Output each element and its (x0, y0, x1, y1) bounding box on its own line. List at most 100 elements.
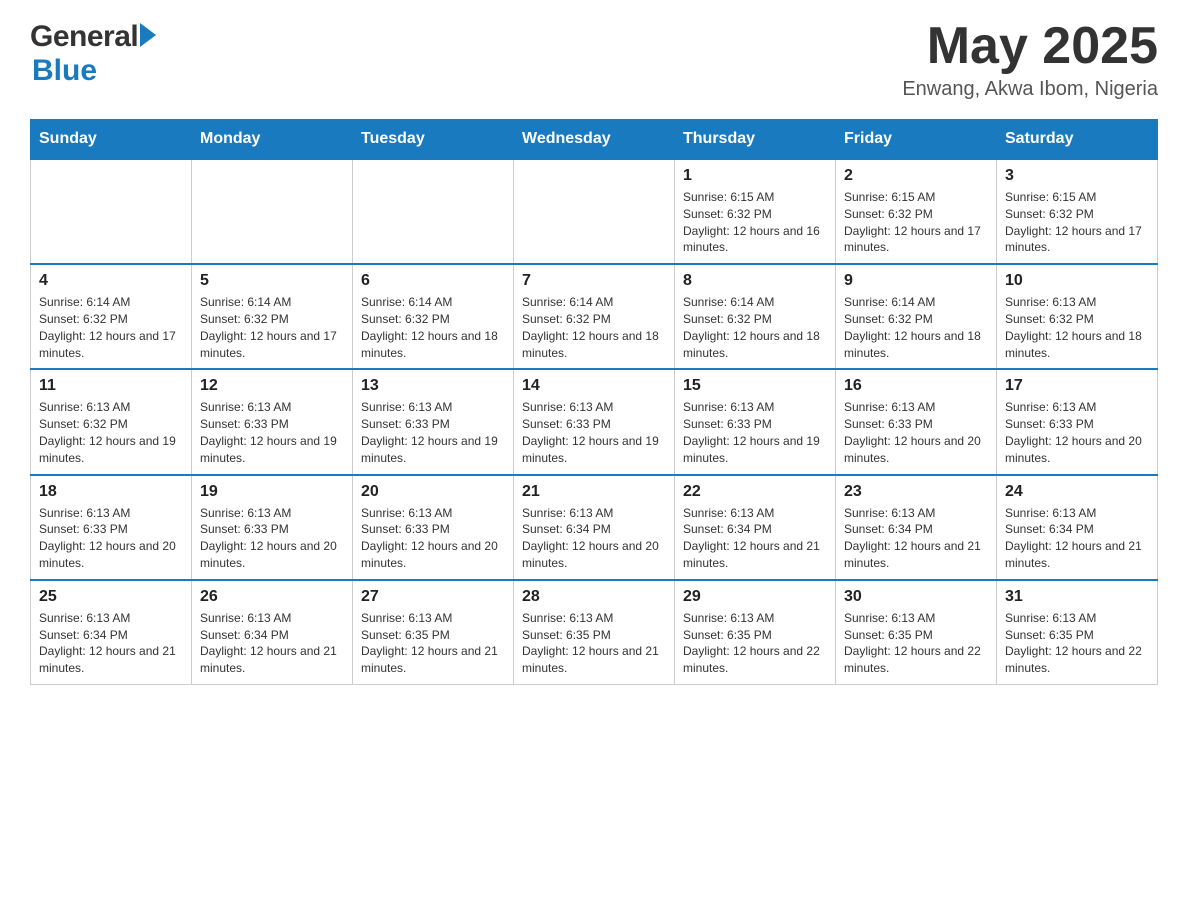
calendar-cell: 30 Sunrise: 6:13 AMSunset: 6:35 PMDayligh… (836, 580, 997, 685)
day-header-sunday: Sunday (31, 120, 192, 160)
calendar-cell: 13 Sunrise: 6:13 AMSunset: 6:33 PMDayligh… (353, 369, 514, 474)
day-number: 10 (1005, 272, 1149, 290)
week-row-5: 25 Sunrise: 6:13 AMSunset: 6:34 PMDayligh… (31, 580, 1158, 685)
calendar-cell: 5Sunrise: 6:14 AMSunset: 6:32 PMDaylight… (192, 264, 353, 369)
logo-arrow-icon (140, 23, 156, 47)
week-row-2: 4 Sunrise: 6:14 AMSunset: 6:32 PMDaylight… (31, 264, 1158, 369)
day-number: 13 (361, 377, 505, 395)
day-info: Sunrise: 6:13 AMSunset: 6:33 PMDaylight:… (844, 399, 988, 466)
day-info: Sunrise: 6:13 AMSunset: 6:35 PMDaylight:… (522, 610, 666, 677)
day-info: Sunrise: 6:13 AMSunset: 6:32 PMDaylight:… (1005, 294, 1149, 361)
logo: General Blue (30, 20, 156, 88)
day-info: Sunrise: 6:13 AMSunset: 6:34 PMDaylight:… (683, 505, 827, 572)
day-number: 4 (39, 272, 183, 290)
week-row-1: 1 Sunrise: 6:15 AMSunset: 6:32 PMDaylight… (31, 159, 1158, 264)
day-number: 18 (39, 483, 183, 501)
day-number: 9 (844, 272, 988, 290)
day-number: 8 (683, 272, 827, 290)
day-number: 19 (200, 483, 344, 501)
day-number: 7 (522, 272, 666, 290)
calendar-cell (31, 159, 192, 264)
day-info: Sunrise: 6:14 AMSunset: 6:32 PMDaylight:… (844, 294, 988, 361)
day-number: 1 (683, 167, 827, 185)
calendar-cell: 2 Sunrise: 6:15 AMSunset: 6:32 PMDaylight… (836, 159, 997, 264)
day-info: Sunrise: 6:13 AMSunset: 6:33 PMDaylight:… (683, 399, 827, 466)
day-info: Sunrise: 6:15 AMSunset: 6:32 PMDaylight:… (683, 189, 827, 256)
day-info: Sunrise: 6:13 AMSunset: 6:33 PMDaylight:… (1005, 399, 1149, 466)
day-info: Sunrise: 6:13 AMSunset: 6:34 PMDaylight:… (39, 610, 183, 677)
day-info: Sunrise: 6:13 AMSunset: 6:33 PMDaylight:… (522, 399, 666, 466)
day-info: Sunrise: 6:15 AMSunset: 6:32 PMDaylight:… (1005, 189, 1149, 256)
day-info: Sunrise: 6:15 AMSunset: 6:32 PMDaylight:… (844, 189, 988, 256)
calendar-cell: 23 Sunrise: 6:13 AMSunset: 6:34 PMDayligh… (836, 475, 997, 580)
calendar-cell: 8Sunrise: 6:14 AMSunset: 6:32 PMDaylight… (675, 264, 836, 369)
day-info: Sunrise: 6:13 AMSunset: 6:33 PMDaylight:… (361, 399, 505, 466)
day-number: 29 (683, 588, 827, 606)
day-number: 25 (39, 588, 183, 606)
day-number: 11 (39, 377, 183, 395)
day-number: 3 (1005, 167, 1149, 185)
calendar-cell: 31 Sunrise: 6:13 AMSunset: 6:35 PMDayligh… (997, 580, 1158, 685)
day-number: 5 (200, 272, 344, 290)
calendar-cell: 19Sunrise: 6:13 AMSunset: 6:33 PMDayligh… (192, 475, 353, 580)
day-header-thursday: Thursday (675, 120, 836, 160)
page-header: General Blue May 2025 Enwang, Akwa Ibom,… (30, 20, 1158, 101)
calendar-cell (192, 159, 353, 264)
day-info: Sunrise: 6:13 AMSunset: 6:35 PMDaylight:… (844, 610, 988, 677)
day-info: Sunrise: 6:13 AMSunset: 6:34 PMDaylight:… (1005, 505, 1149, 572)
day-number: 28 (522, 588, 666, 606)
logo-blue-text: Blue (32, 54, 97, 88)
calendar-cell: 24 Sunrise: 6:13 AMSunset: 6:34 PMDayligh… (997, 475, 1158, 580)
calendar-cell: 17Sunrise: 6:13 AMSunset: 6:33 PMDayligh… (997, 369, 1158, 474)
calendar-cell: 28 Sunrise: 6:13 AMSunset: 6:35 PMDayligh… (514, 580, 675, 685)
day-info: Sunrise: 6:14 AMSunset: 6:32 PMDaylight:… (361, 294, 505, 361)
calendar-cell: 29 Sunrise: 6:13 AMSunset: 6:35 PMDayligh… (675, 580, 836, 685)
day-info: Sunrise: 6:13 AMSunset: 6:33 PMDaylight:… (39, 505, 183, 572)
calendar-cell: 10 Sunrise: 6:13 AMSunset: 6:32 PMDayligh… (997, 264, 1158, 369)
calendar-cell: 7Sunrise: 6:14 AMSunset: 6:32 PMDaylight… (514, 264, 675, 369)
calendar-cell: 4Sunrise: 6:14 AMSunset: 6:32 PMDaylight… (31, 264, 192, 369)
calendar-cell: 21 Sunrise: 6:13 AMSunset: 6:34 PMDayligh… (514, 475, 675, 580)
day-number: 27 (361, 588, 505, 606)
calendar-cell: 1 Sunrise: 6:15 AMSunset: 6:32 PMDaylight… (675, 159, 836, 264)
day-info: Sunrise: 6:13 AMSunset: 6:33 PMDaylight:… (200, 399, 344, 466)
day-info: Sunrise: 6:13 AMSunset: 6:35 PMDaylight:… (1005, 610, 1149, 677)
day-number: 26 (200, 588, 344, 606)
day-number: 12 (200, 377, 344, 395)
day-number: 21 (522, 483, 666, 501)
title-area: May 2025 Enwang, Akwa Ibom, Nigeria (902, 20, 1158, 101)
day-info: Sunrise: 6:13 AMSunset: 6:35 PMDaylight:… (683, 610, 827, 677)
day-number: 31 (1005, 588, 1149, 606)
calendar-cell: 6 Sunrise: 6:14 AMSunset: 6:32 PMDaylight… (353, 264, 514, 369)
logo-general-text: General (30, 20, 138, 54)
month-title: May 2025 (902, 20, 1158, 72)
day-header-wednesday: Wednesday (514, 120, 675, 160)
calendar-cell: 14Sunrise: 6:13 AMSunset: 6:33 PMDayligh… (514, 369, 675, 474)
calendar-cell: 27 Sunrise: 6:13 AMSunset: 6:35 PMDayligh… (353, 580, 514, 685)
day-header-monday: Monday (192, 120, 353, 160)
calendar-cell: 12 Sunrise: 6:13 AMSunset: 6:33 PMDayligh… (192, 369, 353, 474)
day-info: Sunrise: 6:13 AMSunset: 6:34 PMDaylight:… (522, 505, 666, 572)
day-info: Sunrise: 6:13 AMSunset: 6:34 PMDaylight:… (200, 610, 344, 677)
calendar-cell: 18 Sunrise: 6:13 AMSunset: 6:33 PMDayligh… (31, 475, 192, 580)
day-number: 20 (361, 483, 505, 501)
day-number: 6 (361, 272, 505, 290)
day-number: 22 (683, 483, 827, 501)
calendar-cell: 11 Sunrise: 6:13 AMSunset: 6:32 PMDayligh… (31, 369, 192, 474)
week-row-3: 11 Sunrise: 6:13 AMSunset: 6:32 PMDayligh… (31, 369, 1158, 474)
calendar-cell: 22 Sunrise: 6:13 AMSunset: 6:34 PMDayligh… (675, 475, 836, 580)
day-info: Sunrise: 6:13 AMSunset: 6:34 PMDaylight:… (844, 505, 988, 572)
day-number: 2 (844, 167, 988, 185)
location-text: Enwang, Akwa Ibom, Nigeria (902, 78, 1158, 101)
calendar-cell: 25 Sunrise: 6:13 AMSunset: 6:34 PMDayligh… (31, 580, 192, 685)
day-number: 24 (1005, 483, 1149, 501)
day-info: Sunrise: 6:13 AMSunset: 6:32 PMDaylight:… (39, 399, 183, 466)
calendar-cell (514, 159, 675, 264)
day-number: 23 (844, 483, 988, 501)
calendar-cell: 9 Sunrise: 6:14 AMSunset: 6:32 PMDaylight… (836, 264, 997, 369)
day-number: 30 (844, 588, 988, 606)
calendar-table: SundayMondayTuesdayWednesdayThursdayFrid… (30, 119, 1158, 685)
day-info: Sunrise: 6:13 AMSunset: 6:35 PMDaylight:… (361, 610, 505, 677)
calendar-header-row: SundayMondayTuesdayWednesdayThursdayFrid… (31, 120, 1158, 160)
week-row-4: 18 Sunrise: 6:13 AMSunset: 6:33 PMDayligh… (31, 475, 1158, 580)
